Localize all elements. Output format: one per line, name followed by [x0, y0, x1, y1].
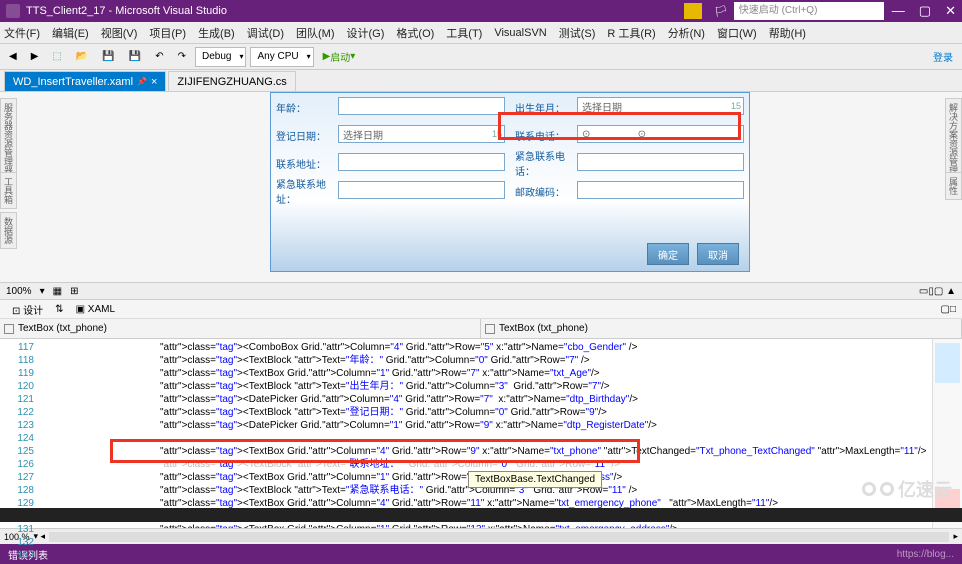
window-title: TTS_Client2_17 - Microsoft Visual Studio — [26, 5, 684, 17]
calendar-icon[interactable]: 15 — [731, 101, 741, 111]
new-project-icon[interactable]: ⬚ — [47, 47, 66, 67]
zoom-value[interactable]: 100% — [6, 286, 32, 297]
tab-wd-inserttraveller[interactable]: WD_InsertTraveller.xaml 📌 × — [4, 71, 166, 91]
save-all-icon[interactable]: 💾 — [124, 47, 146, 67]
notification-icon[interactable]: 🏳 — [714, 5, 728, 18]
label-address: 联系地址： — [276, 151, 338, 175]
menu-item[interactable]: 文件(F) — [4, 25, 40, 41]
tab-zijifengzhuang[interactable]: ZIJIFENGZHUANG.cs — [168, 71, 295, 91]
editor-hscroll[interactable]: 100 % ▾ ◂ ▸ — [0, 528, 962, 544]
menu-item[interactable]: 调试(D) — [247, 25, 284, 41]
label-age: 年龄： — [276, 95, 338, 119]
nav-fwd-icon[interactable]: ▶ — [26, 47, 44, 67]
grid-icon[interactable]: ▦ — [53, 286, 62, 297]
datepicker-register[interactable]: 选择日期15 — [338, 125, 505, 143]
watermark: 亿速云 — [862, 476, 952, 502]
breadcrumb-row: TextBox (txt_phone) TextBox (txt_phone) — [0, 318, 962, 338]
input-emerg-addr[interactable] — [338, 181, 505, 199]
minimize-button[interactable]: — — [892, 3, 905, 19]
ok-button[interactable]: 确定 — [647, 243, 689, 265]
menu-item[interactable]: 格式(O) — [396, 25, 434, 41]
fit-icon[interactable]: ▾ — [40, 286, 45, 297]
label-zip: 邮政编码： — [515, 179, 577, 203]
snap-icon[interactable]: ⊞ — [70, 286, 78, 297]
document-tabs: WD_InsertTraveller.xaml 📌 × ZIJIFENGZHUA… — [0, 70, 962, 92]
menubar: 文件(F) 编辑(E) 视图(V) 项目(P) 生成(B) 调试(D) 团队(M) 设计(G)… — [0, 22, 962, 44]
restore-button[interactable]: ▢ — [919, 3, 931, 19]
nav-back-icon[interactable]: ◀ — [4, 47, 22, 67]
code-content[interactable]: "attr">class="tag"><ComboBox Grid."attr"… — [40, 339, 932, 528]
menu-item[interactable]: 视图(V) — [101, 25, 138, 41]
statusbar: 错误列表 https://blog... — [0, 544, 962, 564]
design-xaml-tabs: ⊡ 设计 ⇅ ▣ XAML ▢□ — [0, 300, 962, 318]
login-link[interactable]: 登录 — [928, 47, 958, 67]
menu-item[interactable]: 帮助(H) — [769, 25, 806, 41]
close-tab-icon[interactable]: × — [151, 76, 157, 88]
undo-icon[interactable]: ↶ — [150, 47, 168, 67]
menu-item[interactable]: 测试(S) — [559, 25, 596, 41]
tab-xaml[interactable]: ▣ XAML — [70, 304, 121, 315]
breadcrumb-right[interactable]: TextBox (txt_phone) — [499, 323, 588, 334]
designer-zoombar: 100% ▾ ▦ ⊞ ▭▯▢ ▲ — [0, 282, 962, 300]
quick-launch-input[interactable]: 快速启动 (Ctrl+Q) — [734, 2, 884, 20]
intellisense-tooltip: TextBoxBase.TextChanged — [468, 471, 602, 488]
tab-label: WD_InsertTraveller.xaml — [13, 76, 133, 88]
input-phone[interactable]: ⊙ ⊙ — [577, 125, 744, 143]
pin-icon[interactable]: 📌 — [137, 77, 147, 86]
sq-icon — [485, 324, 495, 334]
toolbar: ◀ ▶ ⬚ 📂 💾 💾 ↶ ↷ Debug Any CPU ▶ 启动 ▾ 登录 — [0, 44, 962, 70]
taskbar[interactable] — [0, 508, 962, 522]
input-age[interactable] — [338, 97, 505, 115]
line-numbers: 1171181191201211221231241251261271281291… — [0, 339, 40, 528]
menu-item[interactable]: 编辑(E) — [52, 25, 89, 41]
server-explorer-tab[interactable]: 服务器资源管理器 — [0, 98, 17, 180]
input-emerg-phone[interactable] — [577, 153, 744, 171]
cancel-button[interactable]: 取消 — [697, 243, 739, 265]
properties-tab[interactable]: 属性 — [945, 172, 962, 200]
menu-item[interactable]: 项目(P) — [149, 25, 186, 41]
label-birthday: 出生年月： — [515, 95, 577, 119]
menu-item[interactable]: 分析(N) — [668, 25, 705, 41]
designer-pane: 服务器资源管理器 工具箱 数据源 解决方案资源管理器 属性 年龄： 出生年月： … — [0, 92, 962, 282]
form-preview: 年龄： 出生年月： 选择日期15 登记日期： 选择日期15 联系电话： ⊙ ⊙ … — [270, 92, 750, 272]
toolbox-tab[interactable]: 工具箱 — [0, 172, 17, 209]
label-emerg-phone: 紧急联系电话： — [515, 151, 577, 175]
menu-item[interactable]: 设计(G) — [347, 25, 385, 41]
platform-dropdown[interactable]: Any CPU — [250, 47, 313, 67]
menu-item[interactable]: 窗口(W) — [717, 25, 757, 41]
menu-item[interactable]: 生成(B) — [198, 25, 235, 41]
label-phone: 联系电话： — [515, 123, 577, 147]
open-icon[interactable]: 📂 — [71, 47, 93, 67]
label-register: 登记日期： — [276, 123, 338, 147]
close-button[interactable]: ✕ — [945, 3, 956, 19]
split-toggle-icon[interactable]: ▭▯▢ ▲ — [919, 286, 956, 297]
breadcrumb-left[interactable]: TextBox (txt_phone) — [18, 323, 107, 334]
feedback-icon[interactable] — [684, 3, 702, 19]
label-emerg-addr: 紧急联系地址： — [276, 179, 338, 203]
calendar-icon[interactable]: 15 — [492, 129, 502, 139]
menu-item[interactable]: R 工具(R) — [607, 25, 655, 41]
tab-design[interactable]: ⊡ 设计 — [6, 302, 49, 317]
menu-item[interactable]: 团队(M) — [296, 25, 335, 41]
titlebar: TTS_Client2_17 - Microsoft Visual Studio… — [0, 0, 962, 22]
start-button[interactable]: ▶ 启动 ▾ — [318, 47, 361, 67]
config-dropdown[interactable]: Debug — [195, 47, 246, 67]
expand-icon[interactable]: ▢□ — [941, 304, 957, 315]
input-zip[interactable] — [577, 181, 744, 199]
footer-url: https://blog... — [897, 549, 954, 560]
datepicker-birthday[interactable]: 选择日期15 — [577, 97, 744, 115]
xaml-editor[interactable]: 1171181191201211221231241251261271281291… — [0, 338, 962, 528]
swap-icon[interactable]: ⇅ — [55, 304, 63, 315]
menu-item[interactable]: 工具(T) — [446, 25, 482, 41]
tab-label: ZIJIFENGZHUANG.cs — [177, 76, 286, 88]
redo-icon[interactable]: ↷ — [173, 47, 191, 67]
datasource-tab[interactable]: 数据源 — [0, 212, 17, 249]
input-address[interactable] — [338, 153, 505, 171]
menu-item[interactable]: VisualSVN — [494, 27, 546, 39]
vs-icon — [6, 4, 20, 18]
save-icon[interactable]: 💾 — [97, 47, 119, 67]
sq-icon — [4, 324, 14, 334]
